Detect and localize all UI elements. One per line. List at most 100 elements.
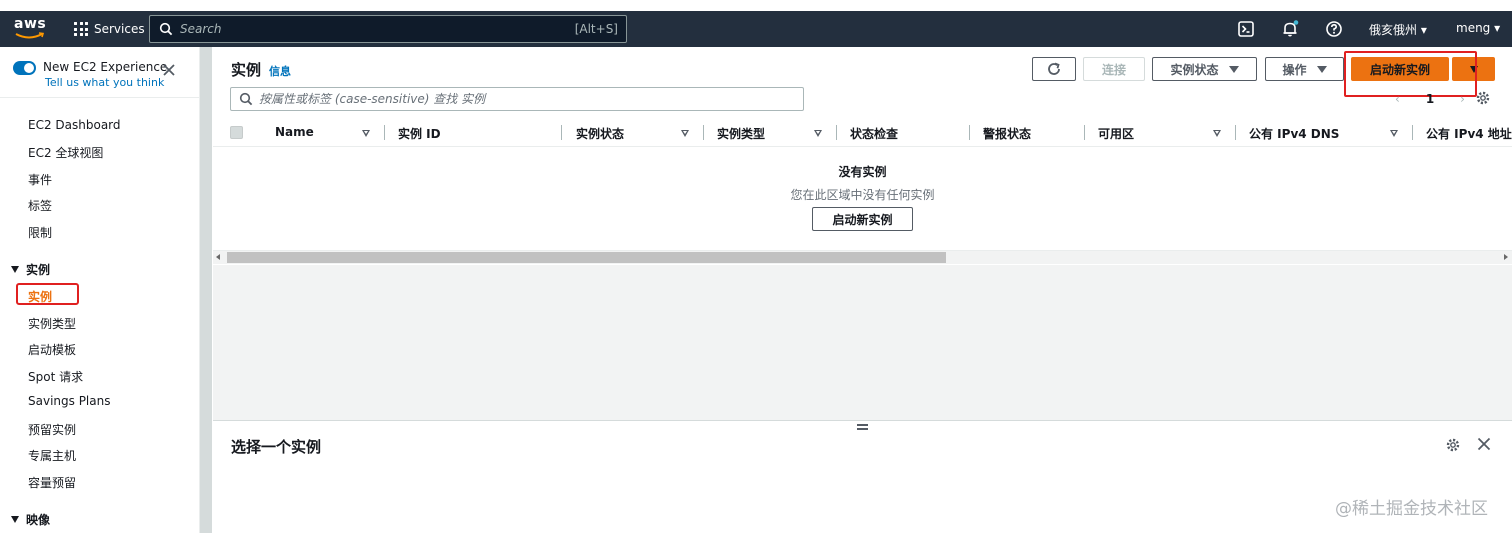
column-separator — [969, 125, 970, 140]
column-header-instance-id[interactable]: 实例 ID — [398, 125, 441, 142]
help-icon[interactable] — [1325, 20, 1343, 38]
actions-dropdown[interactable]: 操作 — [1265, 57, 1344, 81]
column-header-availability-zone[interactable]: 可用区 — [1098, 125, 1134, 142]
top-strip — [0, 0, 1512, 11]
services-menu[interactable]: Services — [74, 19, 145, 39]
column-separator — [836, 125, 837, 140]
sidebar-item-spot-requests[interactable]: Spot 请求 — [28, 368, 83, 385]
column-header-name[interactable]: Name — [275, 125, 314, 139]
sidebar-item-launch-templates[interactable]: 启动模板 — [28, 341, 76, 358]
sort-caret-icon[interactable] — [1213, 130, 1221, 137]
column-separator — [1235, 125, 1236, 140]
region-selector[interactable]: 俄亥俄州 ▾ — [1369, 21, 1427, 38]
instances-table-header: Name 实例 ID 实例状态 实例类型 状态检查 警报状态 可用区 公有 IP… — [213, 119, 1512, 147]
sidebar-item-events[interactable]: 事件 — [28, 171, 52, 188]
sidebar-item-savings-plans[interactable]: Savings Plans — [28, 394, 110, 408]
watermark: @稀土掘金技术社区 — [1335, 499, 1488, 519]
actions-label: 操作 — [1282, 62, 1307, 77]
sidebar-section-instances[interactable]: 实例 — [11, 261, 50, 278]
user-menu[interactable]: meng ▾ — [1456, 21, 1500, 35]
connect-button[interactable]: 连接 — [1083, 57, 1145, 81]
empty-state-subtitle: 您在此区域中没有任何实例 — [790, 188, 935, 202]
previous-page-icon[interactable]: ‹ — [1395, 92, 1400, 106]
sidebar-item-instance-types[interactable]: 实例类型 — [28, 315, 76, 332]
column-separator — [384, 125, 385, 140]
sidebar-scrollbar[interactable] — [200, 47, 212, 533]
sidebar-section-label: 映像 — [26, 513, 51, 527]
column-separator — [1084, 125, 1085, 140]
next-page-icon[interactable]: › — [1460, 92, 1465, 106]
empty-launch-instance-label: 启动新实例 — [832, 212, 893, 227]
scroll-right-arrow-icon[interactable] — [1504, 254, 1508, 260]
caret-down-icon — [1316, 65, 1327, 73]
sidebar-item-tags[interactable]: 标签 — [28, 197, 52, 214]
sort-caret-icon[interactable] — [1390, 130, 1398, 137]
gear-icon[interactable] — [1445, 437, 1461, 453]
highlight-annotation-box — [16, 283, 79, 305]
instance-state-dropdown[interactable]: 实例状态 — [1152, 57, 1257, 81]
sidebar-item-reserved-instances[interactable]: 预留实例 — [28, 421, 76, 438]
grid-icon — [74, 22, 88, 36]
scrollbar-thumb[interactable] — [227, 252, 946, 263]
aws-logo[interactable]: aws — [14, 16, 48, 42]
column-header-alarm-status[interactable]: 警报状态 — [983, 125, 1031, 142]
page-number[interactable]: 1 — [1426, 92, 1434, 106]
sidebar-item-global-view[interactable]: EC2 全球视图 — [28, 144, 103, 161]
connect-button-label: 连接 — [1101, 62, 1126, 77]
instance-detail-panel: 选择一个实例 — [213, 421, 1512, 533]
empty-launch-instance-button[interactable]: 启动新实例 — [812, 207, 913, 231]
empty-gray-area — [213, 265, 1512, 420]
pagination: ‹ 1 › — [1395, 89, 1465, 109]
scroll-left-arrow-icon[interactable] — [216, 254, 220, 260]
cloudshell-icon[interactable] — [1237, 20, 1255, 38]
search-input[interactable] — [180, 19, 560, 39]
refresh-button[interactable] — [1032, 57, 1076, 81]
search-icon — [159, 22, 173, 36]
column-separator — [561, 125, 562, 140]
close-icon[interactable] — [163, 64, 175, 76]
detail-panel-title: 选择一个实例 — [231, 438, 322, 456]
feedback-link[interactable]: Tell us what you think — [45, 76, 164, 89]
new-experience-banner: New EC2 Experience Tell us what you thin… — [13, 60, 193, 100]
column-header-public-ipv4-address[interactable]: 公有 IPv4 地址 — [1426, 125, 1512, 142]
column-header-status-check[interactable]: 状态检查 — [850, 125, 898, 142]
preferences-gear-icon[interactable] — [1475, 90, 1491, 106]
refresh-icon — [1048, 62, 1060, 75]
aws-logo-text: aws — [14, 16, 47, 32]
collapse-triangle-icon — [11, 516, 19, 523]
top-navigation-bar: aws Services [Alt+S] 俄亥俄州 ▾ meng ▾ — [0, 11, 1512, 47]
sidebar-section-images[interactable]: 映像 — [11, 511, 50, 528]
instance-filter[interactable] — [230, 87, 804, 111]
search-shortcut-hint: [Alt+S] — [574, 22, 618, 36]
notification-bell-icon[interactable] — [1281, 20, 1299, 38]
new-experience-toggle[interactable] — [13, 61, 36, 75]
column-separator — [1412, 125, 1413, 140]
split-panel-drag-handle[interactable] — [857, 424, 868, 430]
aws-smile-icon — [15, 32, 45, 39]
new-experience-title: New EC2 Experience — [43, 60, 168, 74]
instances-panel: 实例 信息 连接 实例状态 操作 启动新实例 ‹ 1 › — [213, 47, 1512, 265]
caret-down-icon — [1228, 65, 1239, 73]
select-all-checkbox[interactable] — [230, 126, 243, 139]
search-icon — [239, 92, 253, 106]
close-icon[interactable] — [1477, 437, 1491, 451]
sort-caret-icon[interactable] — [814, 130, 822, 137]
sort-caret-icon[interactable] — [362, 130, 370, 137]
empty-state-title: 没有实例 — [838, 165, 887, 179]
services-label: Services — [94, 22, 145, 36]
sidebar-item-limits[interactable]: 限制 — [28, 224, 52, 241]
global-search[interactable]: [Alt+S] — [149, 15, 627, 43]
table-horizontal-scrollbar[interactable] — [213, 250, 1512, 264]
sidebar-item-ec2-dashboard[interactable]: EC2 Dashboard — [28, 118, 121, 132]
sidebar-item-dedicated-hosts[interactable]: 专属主机 — [28, 447, 76, 464]
column-header-instance-type[interactable]: 实例类型 — [717, 125, 765, 142]
sidebar-divider — [0, 97, 200, 98]
collapse-triangle-icon — [11, 266, 19, 273]
sidebar-item-capacity-reservations[interactable]: 容量预留 — [28, 474, 76, 491]
sort-caret-icon[interactable] — [681, 130, 689, 137]
column-header-instance-state[interactable]: 实例状态 — [576, 125, 624, 142]
info-link[interactable]: 信息 — [269, 63, 291, 79]
filter-input[interactable] — [259, 90, 789, 108]
sidebar-section-label: 实例 — [26, 263, 51, 277]
column-header-public-ipv4-dns[interactable]: 公有 IPv4 DNS — [1249, 125, 1339, 142]
